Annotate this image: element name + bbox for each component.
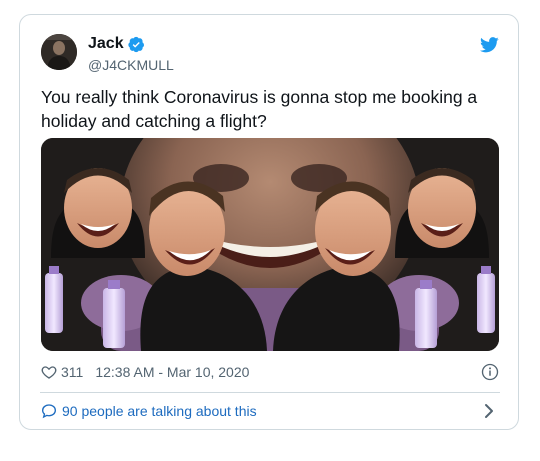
like-count[interactable]: 311: [61, 364, 83, 380]
speech-bubble-icon: [41, 404, 57, 419]
divider: [40, 392, 500, 393]
author-handle[interactable]: @J4CKMULL: [88, 57, 174, 73]
conversation-text: 90 people are talking about this: [62, 403, 257, 419]
chevron-right-icon: [485, 404, 493, 418]
tweet-text: You really think Coronavirus is gonna st…: [41, 87, 478, 131]
avatar[interactable]: [41, 34, 77, 70]
avatar-image: [41, 34, 77, 70]
conversation-link[interactable]: 90 people are talking about this: [41, 401, 499, 421]
tweet-media-image[interactable]: [41, 138, 499, 351]
tweet-timestamp[interactable]: 12:38 AM - Mar 10, 2020: [95, 364, 249, 380]
tweet-card[interactable]: Jack @J4CKMULL You really think Coronavi…: [19, 14, 519, 430]
meme-collage: [41, 138, 499, 351]
author-name-text: Jack: [88, 35, 124, 52]
heart-icon[interactable]: [41, 364, 57, 380]
twitter-bird-icon[interactable]: [480, 37, 499, 53]
author-name[interactable]: Jack: [88, 35, 145, 53]
verified-badge-icon: [127, 36, 144, 52]
tweet-meta: 311 12:38 AM - Mar 10, 2020: [41, 362, 499, 382]
info-icon[interactable]: [481, 363, 499, 381]
